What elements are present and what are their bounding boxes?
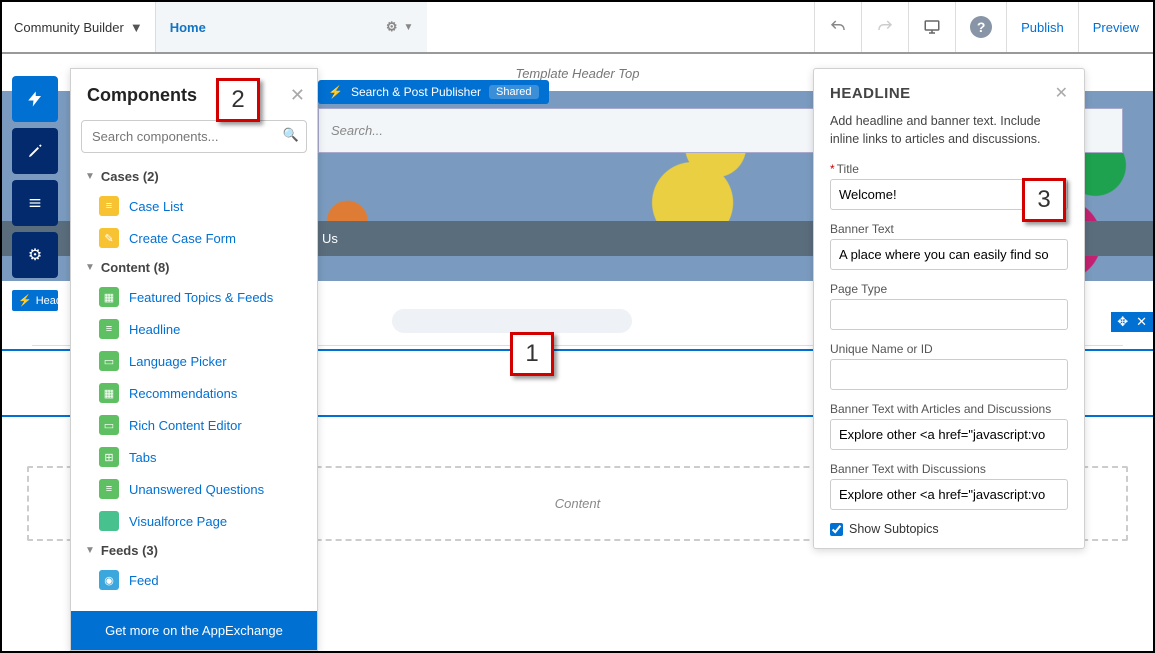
search-icon: 🔍 [283, 127, 299, 143]
rail-pages[interactable] [12, 180, 58, 226]
left-nav-rail: ⚙ ⚡ Headli [12, 76, 58, 311]
component-icon: ≡ [99, 319, 119, 339]
component-controls: ✥ ✕ [1111, 312, 1153, 332]
appexchange-link[interactable]: Get more on the AppExchange [71, 611, 317, 650]
component-icon: ✎ [99, 228, 119, 248]
component-item[interactable]: ◉ Feed [81, 564, 307, 596]
component-icon: ▦ [99, 287, 119, 307]
subtopics-checkbox[interactable]: Show Subtopics [830, 522, 1068, 536]
callout-1: 1 [510, 332, 554, 376]
close-icon[interactable]: ✕ [1055, 83, 1068, 103]
component-tag-search[interactable]: ⚡ Search & Post Publisher Shared [318, 80, 549, 104]
component-item[interactable]: ▭ Language Picker [81, 345, 307, 377]
component-item[interactable]: ≡ Case List [81, 190, 307, 222]
components-panel: Components ✕ 🔍 ▼ Cases (2) ≡ Case List ✎ Crea… [70, 68, 318, 651]
components-title: Components [87, 85, 197, 106]
component-label: Language Picker [129, 354, 227, 369]
component-label: Tabs [129, 450, 156, 465]
banner-disc-field[interactable] [830, 479, 1068, 510]
app-switcher[interactable]: Community Builder ▼ [2, 2, 155, 52]
banner-art-label: Banner Text with Articles and Discussion… [830, 402, 1068, 416]
component-item[interactable]: ▭ Rich Content Editor [81, 409, 307, 441]
component-group-header[interactable]: ▼ Cases (2) [81, 163, 307, 190]
rail-settings[interactable]: ⚙ [12, 232, 58, 278]
component-icon: ≡ [99, 479, 119, 499]
bolt-icon: ⚡ [328, 85, 343, 99]
component-item[interactable]: ⊞ Tabs [81, 441, 307, 473]
pill-placeholder [392, 309, 632, 333]
component-item[interactable]: ▦ Featured Topics & Feeds [81, 281, 307, 313]
subtopics-input[interactable] [830, 523, 843, 536]
close-icon[interactable]: ✕ [290, 85, 305, 106]
chevron-down-icon: ▼ [85, 262, 95, 273]
help-button[interactable]: ? [955, 2, 1006, 52]
component-label: Case List [129, 199, 183, 214]
search-input[interactable] [81, 120, 307, 153]
banner-art-field[interactable] [830, 419, 1068, 450]
component-label: Rich Content Editor [129, 418, 242, 433]
callout-2: 2 [216, 78, 260, 122]
top-toolbar: Community Builder ▼ Home ⚙ ▼ ? Publish P… [2, 2, 1153, 54]
banner-field[interactable] [830, 239, 1068, 270]
group-label: Cases (2) [101, 169, 159, 184]
caret-down-icon: ▼ [130, 20, 143, 35]
component-icon: ▭ [99, 415, 119, 435]
group-label: Content (8) [101, 260, 170, 275]
component-icon: ▭ [99, 351, 119, 371]
close-icon[interactable]: ✕ [1136, 314, 1147, 330]
group-label: Feeds (3) [101, 543, 158, 558]
property-panel: HEADLINE ✕ Add headline and banner text.… [813, 68, 1085, 549]
desktop-view-button[interactable] [908, 2, 955, 52]
publish-button[interactable]: Publish [1006, 2, 1078, 52]
banner-disc-label: Banner Text with Discussions [830, 462, 1068, 476]
help-icon: ? [970, 16, 992, 38]
component-item[interactable]: Visualforce Page [81, 505, 307, 537]
property-heading: HEADLINE [830, 85, 911, 102]
app-name: Community Builder [14, 20, 124, 35]
selected-component-chip[interactable]: ⚡ Headli [12, 290, 58, 311]
component-item[interactable]: ≡ Unanswered Questions [81, 473, 307, 505]
unique-field[interactable] [830, 359, 1068, 390]
bolt-icon: ⚡ [18, 294, 32, 307]
property-description: Add headline and banner text. Include in… [830, 113, 1068, 148]
shared-badge: Shared [489, 85, 538, 99]
gear-icon: ⚙ [28, 245, 42, 265]
rail-theme[interactable] [12, 128, 58, 174]
page-name: Home [170, 20, 206, 35]
gear-icon[interactable]: ⚙ [386, 19, 398, 35]
component-item[interactable]: ✎ Create Case Form [81, 222, 307, 254]
component-icon: ≡ [99, 196, 119, 216]
rail-components[interactable] [12, 76, 58, 122]
component-icon: ▦ [99, 383, 119, 403]
caret-down-icon[interactable]: ▼ [403, 22, 413, 33]
redo-button[interactable] [861, 2, 908, 52]
component-icon: ◉ [99, 570, 119, 590]
chevron-down-icon: ▼ [85, 545, 95, 556]
chevron-down-icon: ▼ [85, 171, 95, 182]
component-icon: ⊞ [99, 447, 119, 467]
callout-3: 3 [1022, 178, 1066, 222]
move-icon[interactable]: ✥ [1117, 314, 1128, 330]
component-label: Featured Topics & Feeds [129, 290, 273, 305]
pagetype-field[interactable] [830, 299, 1068, 330]
component-label: Recommendations [129, 386, 237, 401]
undo-button[interactable] [814, 2, 861, 52]
title-label: *Title [830, 162, 1068, 176]
component-group-header[interactable]: ▼ Feeds (3) [81, 537, 307, 564]
component-group-header[interactable]: ▼ Content (8) [81, 254, 307, 281]
component-label: Visualforce Page [129, 514, 227, 529]
component-label: Create Case Form [129, 231, 236, 246]
page-selector[interactable]: Home ⚙ ▼ [155, 2, 428, 52]
builder-canvas: Template Header Top ⚡ Search & Post Publ… [2, 56, 1153, 651]
unique-label: Unique Name or ID [830, 342, 1068, 356]
banner-label: Banner Text [830, 222, 1068, 236]
component-label: Unanswered Questions [129, 482, 264, 497]
preview-button[interactable]: Preview [1078, 2, 1153, 52]
component-label: Feed [129, 573, 159, 588]
component-label: Headline [129, 322, 180, 337]
pagetype-label: Page Type [830, 282, 1068, 296]
component-icon [99, 511, 119, 531]
component-item[interactable]: ▦ Recommendations [81, 377, 307, 409]
component-item[interactable]: ≡ Headline [81, 313, 307, 345]
